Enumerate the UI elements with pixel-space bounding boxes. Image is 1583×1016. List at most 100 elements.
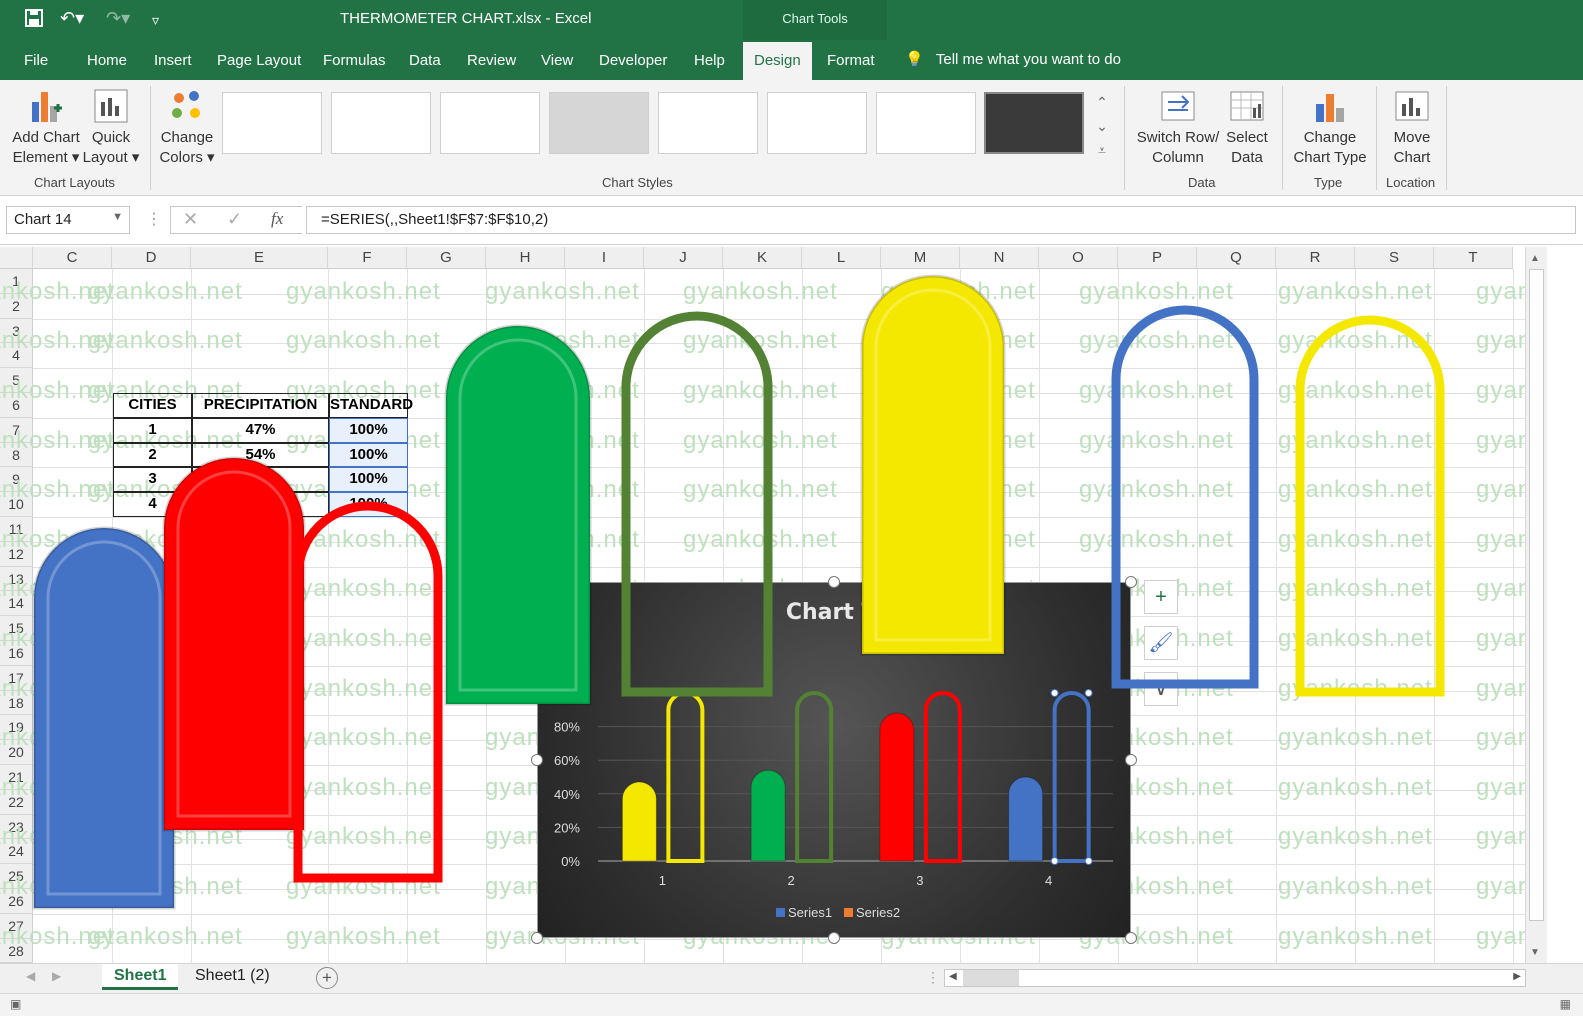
series2-bar[interactable]: [1052, 691, 1091, 863]
table-cell[interactable]: 47%: [192, 417, 329, 443]
chart-styles-scroll[interactable]: ⌃ ⌄ ⩡: [1092, 90, 1112, 162]
resize-handle[interactable]: [828, 932, 840, 944]
series1-bar[interactable]: [621, 781, 657, 862]
table-cell[interactable]: 54%: [192, 442, 329, 468]
resize-handle[interactable]: [1125, 932, 1137, 944]
table-cell[interactable]: 100%: [329, 467, 408, 493]
series-selection-handle[interactable]: [1050, 689, 1059, 697]
table-cell[interactable]: [192, 467, 329, 493]
split-handle-icon[interactable]: ⋮: [926, 969, 940, 986]
tab-view[interactable]: View: [541, 52, 573, 69]
legend-label[interactable]: Series2: [856, 905, 900, 920]
column-header-C[interactable]: C: [33, 247, 112, 269]
series-selection-handle[interactable]: [1050, 857, 1059, 865]
sheet-tab-sheet1[interactable]: Sheet1: [102, 964, 179, 990]
scroll-up-arrow-icon[interactable]: ▲: [1530, 253, 1540, 264]
tab-insert[interactable]: Insert: [154, 52, 192, 69]
sheet-tab-sheet1-2[interactable]: Sheet1 (2): [183, 964, 282, 990]
chart-style-8-selected[interactable]: [984, 92, 1084, 154]
next-sheet-icon[interactable]: ▶: [52, 969, 61, 983]
chart-style-2[interactable]: [331, 92, 431, 154]
quick-layout-button[interactable]: Quick Layout ▾: [82, 88, 140, 168]
column-header-L[interactable]: L: [802, 247, 881, 269]
table-header-cell[interactable]: PRECIPITATION: [192, 393, 329, 418]
series-selection-handle[interactable]: [1084, 857, 1093, 865]
column-header-S[interactable]: S: [1355, 247, 1434, 269]
tell-me-search[interactable]: 💡 Tell me what you want to do: [905, 50, 1121, 68]
horizontal-scroll-thumb[interactable]: [963, 970, 1019, 986]
table-cell[interactable]: [192, 492, 329, 517]
chart-styles-button[interactable]: 🖌: [1144, 626, 1178, 660]
chevron-down-icon[interactable]: ▼: [112, 211, 123, 223]
confirm-icon[interactable]: ✓: [227, 209, 242, 230]
tab-review[interactable]: Review: [467, 52, 516, 69]
chart-style-1[interactable]: [222, 92, 322, 154]
cancel-icon[interactable]: ✕: [183, 209, 198, 230]
tab-design[interactable]: Design: [743, 42, 812, 80]
tab-page-layout[interactable]: Page Layout: [217, 52, 301, 69]
column-header-M[interactable]: M: [881, 247, 960, 269]
scroll-left-icon[interactable]: ◀: [949, 971, 957, 982]
tab-developer[interactable]: Developer: [599, 52, 667, 69]
more-styles-icon[interactable]: ⩡: [1092, 138, 1112, 162]
chart-area[interactable]: Chart Ti 0% 20% 40% 60% 80% 1 2 3 4 Series1 Serie…: [537, 582, 1131, 938]
table-header-cell[interactable]: STANDARD: [329, 393, 413, 418]
change-chart-type-button[interactable]: Change Chart Type: [1290, 88, 1370, 168]
resize-handle[interactable]: [531, 754, 543, 766]
column-header-F[interactable]: F: [328, 247, 407, 269]
move-chart-button[interactable]: Move Chart: [1384, 88, 1440, 168]
column-header-K[interactable]: K: [723, 247, 802, 269]
tab-formulas[interactable]: Formulas: [323, 52, 386, 69]
table-cell[interactable]: 4: [113, 492, 192, 517]
column-header-O[interactable]: O: [1039, 247, 1118, 269]
series1-bar[interactable]: [1008, 776, 1044, 862]
change-colors-button[interactable]: Change Colors ▾: [156, 88, 218, 168]
new-sheet-button[interactable]: +: [316, 967, 338, 989]
column-header-T[interactable]: T: [1434, 247, 1513, 269]
table-cell[interactable]: 100%: [329, 417, 408, 443]
scroll-thumb[interactable]: [1529, 269, 1544, 921]
tab-data[interactable]: Data: [409, 52, 441, 69]
column-header-G[interactable]: G: [407, 247, 486, 269]
table-cell[interactable]: 1: [113, 417, 192, 443]
horizontal-scrollbar[interactable]: ◀ ▶: [944, 969, 1526, 987]
prev-sheet-icon[interactable]: ◀: [26, 969, 35, 983]
tab-file[interactable]: File: [24, 52, 48, 69]
switch-row-column-button[interactable]: Switch Row/ Column: [1134, 88, 1222, 168]
add-chart-element-button[interactable]: Add Chart Element ▾: [10, 88, 82, 168]
insert-function-icon[interactable]: fx: [271, 209, 283, 229]
series1-bar[interactable]: [750, 769, 786, 862]
tab-format[interactable]: Format: [827, 52, 875, 69]
scroll-down-arrow-icon[interactable]: ▼: [1530, 947, 1540, 958]
table-cell[interactable]: 3: [113, 467, 192, 493]
column-header-D[interactable]: D: [112, 247, 191, 269]
chart-style-7[interactable]: [876, 92, 976, 154]
macro-record-icon[interactable]: ▣: [10, 997, 21, 1011]
table-cell[interactable]: 100%: [329, 442, 408, 468]
vertical-scrollbar[interactable]: ▲ ▼: [1525, 247, 1547, 963]
formula-input[interactable]: =SERIES(,,Sheet1!$F$7:$F$10,2): [306, 206, 1576, 234]
column-header-P[interactable]: P: [1118, 247, 1197, 269]
column-header-R[interactable]: R: [1276, 247, 1355, 269]
resize-handle[interactable]: [1125, 576, 1137, 588]
series2-bar[interactable]: [923, 691, 962, 863]
undo-icon[interactable]: ↶▾: [60, 8, 84, 29]
select-all-corner[interactable]: [0, 247, 33, 269]
chart-elements-button[interactable]: +: [1144, 580, 1178, 614]
chart-style-4[interactable]: [549, 92, 649, 154]
column-header-J[interactable]: J: [644, 247, 723, 269]
column-header-H[interactable]: H: [486, 247, 565, 269]
chart-style-6[interactable]: [767, 92, 867, 154]
customize-quick-access-icon[interactable]: ▿: [152, 12, 159, 29]
scroll-up-icon[interactable]: ⌃: [1092, 90, 1112, 114]
name-box[interactable]: Chart 14 ▼: [6, 206, 130, 234]
resize-handle[interactable]: [828, 576, 840, 588]
table-header-cell[interactable]: CITIES: [113, 393, 192, 418]
column-header-Q[interactable]: Q: [1197, 247, 1276, 269]
column-header-E[interactable]: E: [191, 247, 328, 269]
series2-bar[interactable]: [666, 691, 705, 863]
series-selection-handle[interactable]: [1084, 689, 1093, 697]
resize-handle[interactable]: [531, 576, 543, 588]
resize-handle[interactable]: [531, 932, 543, 944]
scroll-down-icon[interactable]: ⌄: [1092, 114, 1112, 138]
